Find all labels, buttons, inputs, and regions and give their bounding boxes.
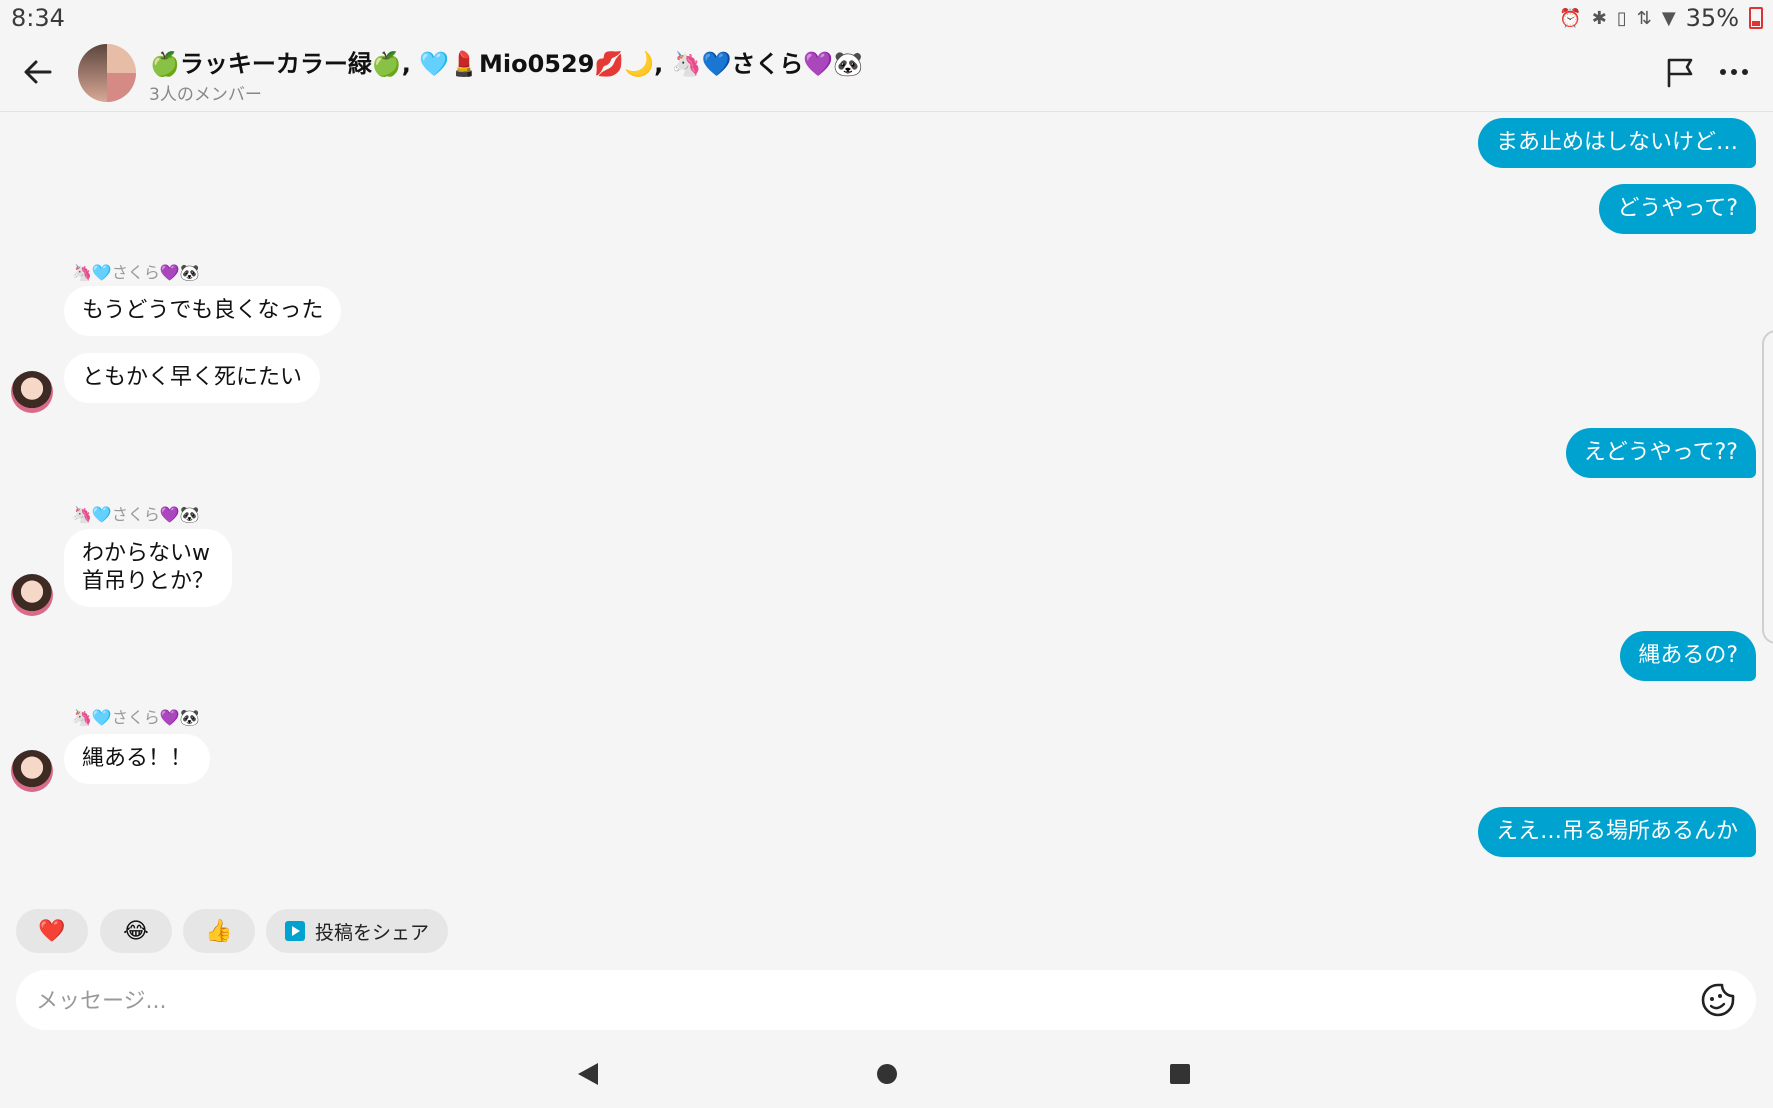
wifi-icon: ▼ bbox=[1661, 7, 1676, 29]
sticker-icon bbox=[1701, 983, 1735, 1017]
sender-name: 🦄🩵さくら💜🐼 bbox=[72, 708, 200, 727]
heart-emoji-icon: ❤️ bbox=[38, 918, 66, 944]
more-horizontal-icon bbox=[1720, 69, 1748, 75]
sticker-button[interactable] bbox=[1700, 982, 1736, 1018]
battery-icon bbox=[1749, 7, 1763, 29]
group-avatar[interactable] bbox=[78, 44, 136, 102]
status-bar: 8:34 ⏰ ✱ ▯ ⇅ ▼ 35% bbox=[0, 0, 1773, 36]
status-icons: ⏰ ✱ ▯ ⇅ ▼ 35% bbox=[1559, 4, 1763, 32]
reaction-heart-button[interactable]: ❤️ bbox=[16, 909, 88, 953]
thumbs-up-emoji-icon: 👍 bbox=[205, 918, 233, 944]
outgoing-message[interactable]: えどうやって?? bbox=[1565, 428, 1756, 478]
sender-avatar[interactable] bbox=[11, 750, 53, 792]
vibrate-icon: ▯ bbox=[1616, 7, 1627, 29]
nav-home-button[interactable] bbox=[877, 1064, 897, 1084]
sender-avatar[interactable] bbox=[11, 574, 53, 616]
incoming-message[interactable]: わからないw 首吊りとか？ bbox=[64, 529, 233, 607]
arrow-left-icon bbox=[24, 60, 52, 84]
outgoing-message[interactable]: どうやって? bbox=[1599, 184, 1756, 234]
sender-name: 🦄🩵さくら💜🐼 bbox=[72, 505, 200, 524]
alarm-icon: ⏰ bbox=[1559, 7, 1582, 29]
incoming-message[interactable]: ともかく早く死にたい bbox=[64, 353, 321, 403]
flag-icon bbox=[1667, 58, 1693, 88]
message-input[interactable] bbox=[34, 970, 1678, 1032]
outgoing-message[interactable]: 縄あるの? bbox=[1620, 631, 1756, 681]
bluetooth-icon: ✱ bbox=[1591, 7, 1607, 29]
sender-name: 🦄🩵さくら💜🐼 bbox=[72, 263, 200, 282]
share-post-button[interactable]: 投稿をシェア bbox=[266, 909, 448, 953]
battery-percentage: 35% bbox=[1685, 4, 1739, 32]
back-button[interactable] bbox=[18, 52, 58, 92]
play-square-icon bbox=[284, 921, 305, 941]
reaction-laugh-button[interactable]: 😂 bbox=[100, 909, 172, 953]
incoming-message[interactable]: 縄ある！！ bbox=[64, 734, 211, 784]
share-post-label: 投稿をシェア bbox=[314, 921, 429, 944]
report-button[interactable] bbox=[1660, 52, 1700, 92]
nav-recents-button[interactable] bbox=[1170, 1064, 1190, 1084]
chat-header: 🍏ラッキーカラー緑🍏, 🩵💄Mio0529💋🌙, 🦄💙さくら💜🐼 3人のメンバー bbox=[0, 36, 1773, 112]
laugh-emoji-icon: 😂 bbox=[123, 918, 149, 944]
reaction-thumbs-up-button[interactable]: 👍 bbox=[183, 909, 255, 953]
status-time: 8:34 bbox=[11, 4, 65, 32]
scrollbar-handle[interactable] bbox=[1762, 330, 1773, 644]
chat-title[interactable]: 🍏ラッキーカラー緑🍏, 🩵💄Mio0529💋🌙, 🦄💙さくら💜🐼 bbox=[150, 44, 863, 79]
incoming-message[interactable]: もうどうでも良くなった bbox=[64, 286, 342, 336]
outgoing-message[interactable]: ええ…吊る場所あるんか bbox=[1477, 807, 1756, 857]
member-count: 3人のメンバー bbox=[149, 85, 262, 105]
nav-back-button[interactable] bbox=[578, 1063, 598, 1085]
outgoing-message[interactable]: まあ止めはしないけど… bbox=[1477, 118, 1756, 168]
message-composer bbox=[16, 970, 1756, 1032]
more-options-button[interactable] bbox=[1714, 52, 1754, 92]
data-arrows-icon: ⇅ bbox=[1636, 7, 1652, 29]
sender-avatar[interactable] bbox=[11, 371, 53, 413]
